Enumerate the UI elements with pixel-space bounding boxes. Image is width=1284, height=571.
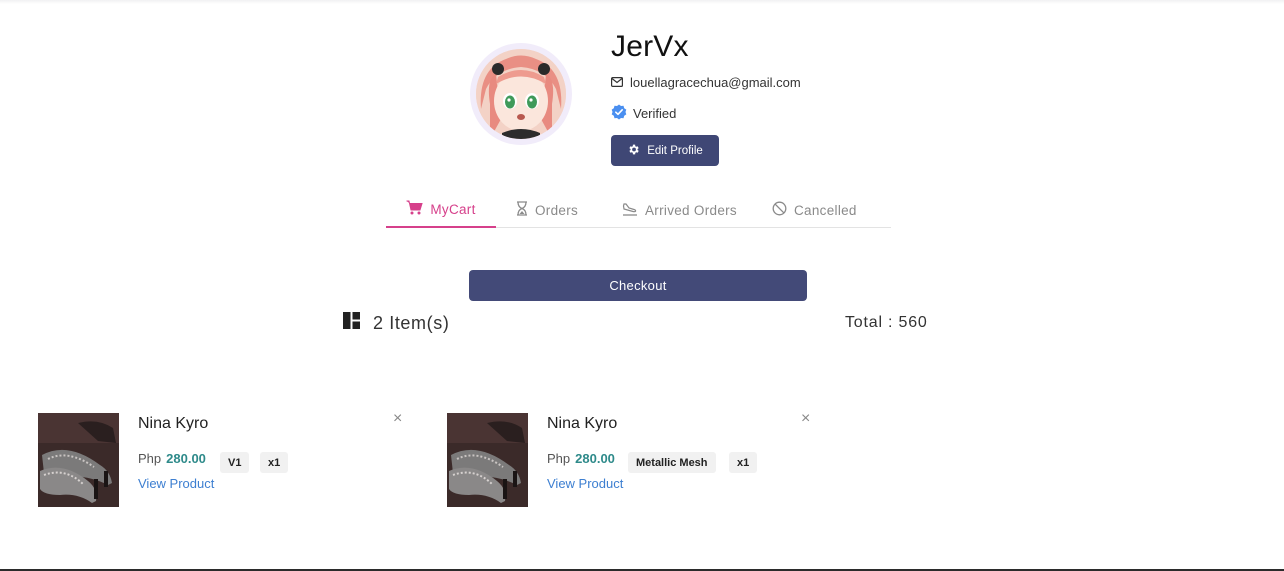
avatar-ring	[470, 43, 572, 145]
header-shadow	[0, 0, 1284, 4]
price-value: 280.00	[575, 451, 615, 466]
product-name: Nina Kyro	[138, 415, 209, 432]
quantity-tag: x1	[729, 452, 758, 473]
gear-icon	[627, 143, 640, 159]
tab-mycart[interactable]: MyCart	[386, 192, 496, 228]
plane-landing-icon	[622, 202, 638, 219]
close-icon[interactable]: ×	[393, 411, 402, 427]
cart-item: Nina Kyro Php 280.00 Metallic Mesh x1 Vi…	[447, 411, 827, 507]
mail-icon	[611, 75, 624, 90]
product-image[interactable]	[447, 413, 528, 507]
product-price: Php 280.00	[547, 451, 615, 466]
price-currency: Php	[138, 451, 162, 466]
email-row: louellagracechua@gmail.com	[611, 75, 801, 90]
grid-layout-icon	[343, 312, 360, 334]
price-value: 280.00	[166, 451, 206, 466]
view-product-link[interactable]: View Product	[138, 476, 214, 491]
checkout-button[interactable]: Checkout	[469, 270, 807, 301]
view-product-link[interactable]: View Product	[547, 476, 623, 491]
variant-tag: V1	[220, 452, 250, 473]
tab-label: Arrived Orders	[645, 202, 737, 218]
cart-total: Total : 560	[845, 314, 928, 331]
cart-icon	[406, 200, 424, 218]
tab-arrived-orders[interactable]: Arrived Orders	[606, 192, 756, 228]
product-image[interactable]	[38, 413, 119, 507]
hourglass-icon	[516, 201, 528, 219]
edit-profile-button[interactable]: Edit Profile	[611, 135, 719, 166]
ban-icon	[772, 201, 787, 219]
tab-cancelled[interactable]: Cancelled	[756, 192, 857, 228]
cart-item: Nina Kyro Php 280.00 V1 x1 View Product …	[38, 411, 418, 507]
edit-profile-label: Edit Profile	[647, 144, 703, 157]
product-name: Nina Kyro	[547, 415, 618, 432]
price-currency: Php	[547, 451, 571, 466]
close-icon[interactable]: ×	[801, 411, 810, 427]
items-count-label: 2 Item(s)	[373, 312, 450, 333]
items-count: 2 Item(s)	[343, 312, 449, 334]
profile-username: JerVx	[611, 30, 689, 63]
quantity-tag: x1	[260, 452, 289, 473]
tab-orders[interactable]: Orders	[496, 192, 606, 228]
verified-label: Verified	[633, 106, 677, 121]
verified-row: Verified	[611, 104, 676, 123]
profile-email: louellagracechua@gmail.com	[630, 75, 801, 90]
order-tabs: MyCart Orders Arrived Orders Cancelled	[386, 192, 891, 228]
tab-label: Cancelled	[794, 202, 857, 218]
tab-label: MyCart	[430, 201, 476, 217]
avatar	[476, 49, 566, 139]
tab-label: Orders	[535, 202, 579, 218]
variant-tag: Metallic Mesh	[628, 452, 716, 473]
product-price: Php 280.00	[138, 451, 206, 466]
verified-badge-icon	[611, 104, 627, 123]
